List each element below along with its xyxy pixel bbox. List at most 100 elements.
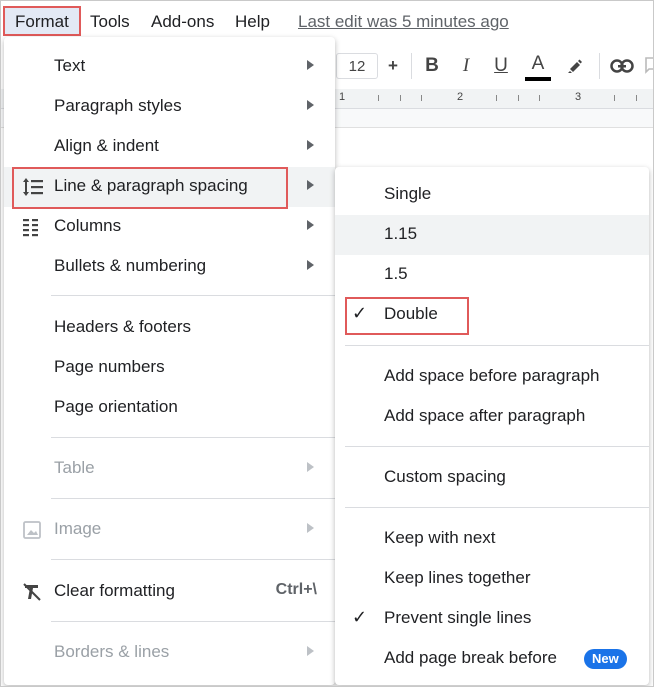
underline-button[interactable]: U (490, 53, 512, 79)
submenu-item-label: Prevent single lines (384, 608, 532, 627)
new-badge: New (584, 649, 627, 669)
ruler-mark: 1 (339, 91, 346, 103)
menu-item-headers-footers[interactable]: Headers & footers (4, 308, 335, 348)
insert-link-button[interactable] (609, 53, 635, 79)
highlight-box (12, 167, 288, 209)
spacing-1-15[interactable]: 1.15 (335, 215, 649, 255)
menu-item-label: Text (54, 56, 86, 75)
ruler-mark: 3 (575, 91, 582, 103)
app-frame: Format Tools Add-ons Help Last edit was … (0, 0, 654, 687)
bold-button[interactable]: B (421, 53, 443, 79)
shortcut-label: Ctrl+\ (275, 581, 317, 598)
menu-item-label: Clear formatting (54, 581, 175, 600)
submenu-arrow-icon (307, 180, 314, 190)
menu-item-table: Table (4, 449, 335, 489)
menu-bar: Format Tools Add-ons Help Last edit was … (1, 1, 653, 41)
menu-item-label: Columns (54, 216, 122, 235)
submenu-arrow-icon (307, 100, 314, 110)
add-page-break-before[interactable]: Add page break before New (335, 639, 649, 679)
spacing-1-5[interactable]: 1.5 (335, 255, 649, 295)
image-icon (23, 521, 41, 539)
submenu-item-label: 1.15 (384, 224, 418, 243)
menu-item-label: Table (54, 458, 95, 477)
menu-item-bullets-numbering[interactable]: Bullets & numbering (4, 247, 335, 287)
italic-button[interactable]: I (455, 53, 477, 79)
highlight-box (345, 297, 469, 335)
last-edit-link[interactable]: Last edit was 5 minutes ago (298, 10, 509, 34)
keep-lines-together[interactable]: Keep lines together (335, 559, 649, 599)
submenu-item-label: Add space before paragraph (384, 366, 600, 385)
submenu-item-label: Single (384, 184, 432, 203)
menu-help[interactable]: Help (235, 10, 270, 34)
menu-item-label: Borders & lines (54, 642, 170, 661)
submenu-divider (345, 446, 649, 447)
menu-item-label: Page numbers (54, 357, 165, 376)
add-space-before-paragraph[interactable]: Add space before paragraph (335, 357, 649, 397)
submenu-arrow-icon (307, 462, 314, 472)
submenu-arrow-icon (307, 140, 314, 150)
menu-divider (51, 295, 335, 296)
clear-formatting-icon (23, 583, 41, 601)
menu-item-clear-formatting[interactable]: Clear formatting Ctrl+\ (4, 572, 335, 612)
ruler-tick (614, 95, 615, 101)
menu-divider (51, 498, 335, 499)
link-icon (610, 59, 634, 73)
ruler-mark: 2 (457, 91, 464, 103)
highlighter-icon (568, 59, 582, 73)
menu-tools[interactable]: Tools (90, 10, 130, 34)
font-size-input[interactable]: 12 (336, 53, 378, 79)
submenu-divider (345, 507, 649, 508)
ruler-tick (539, 95, 540, 101)
menu-divider (51, 621, 335, 622)
columns-icon (23, 219, 38, 237)
prevent-single-lines[interactable]: ✓ Prevent single lines (335, 599, 649, 639)
checkmark-icon: ✓ (352, 607, 368, 627)
add-space-after-paragraph[interactable]: Add space after paragraph (335, 397, 649, 437)
menu-addons[interactable]: Add-ons (151, 10, 214, 34)
menu-item-page-numbers[interactable]: Page numbers (4, 348, 335, 388)
menu-item-page-orientation[interactable]: Page orientation (4, 388, 335, 428)
submenu-arrow-icon (307, 220, 314, 230)
menu-item-label: Headers & footers (54, 317, 192, 336)
submenu-item-label: Add page break before (384, 648, 557, 667)
submenu-arrow-icon (307, 60, 314, 70)
menu-item-paragraph-styles[interactable]: Paragraph styles (4, 87, 335, 127)
spacing-submenu: Single 1.15 1.5 ✓ Double Add space befor… (335, 167, 649, 685)
ruler-tick (636, 95, 637, 101)
custom-spacing[interactable]: Custom spacing (335, 458, 649, 498)
text-color-button[interactable]: A (525, 53, 551, 81)
menu-item-image: Image (4, 510, 335, 550)
highlight-color-button[interactable] (563, 53, 587, 79)
submenu-arrow-icon (307, 523, 314, 533)
spacing-single[interactable]: Single (335, 175, 649, 215)
format-menu: Text Paragraph styles Align & indent Lin… (4, 37, 335, 685)
menu-item-align-indent[interactable]: Align & indent (4, 127, 335, 167)
submenu-item-label: Add space after paragraph (384, 406, 586, 425)
ruler-tick (378, 95, 379, 101)
submenu-item-label: Custom spacing (384, 467, 506, 486)
ruler-tick (518, 95, 519, 101)
menu-item-borders-lines: Borders & lines (4, 633, 335, 673)
menu-format[interactable]: Format (3, 6, 81, 36)
ruler-tick (496, 95, 497, 101)
font-size-increase-button[interactable]: + (383, 53, 403, 79)
submenu-item-label: Keep with next (384, 528, 496, 547)
menu-item-label: Image (54, 519, 102, 538)
menu-item-label: Paragraph styles (54, 96, 182, 115)
submenu-arrow-icon (307, 260, 314, 270)
menu-item-label: Bullets & numbering (54, 256, 207, 275)
menu-item-label: Page orientation (54, 397, 178, 416)
submenu-item-label: Keep lines together (384, 568, 531, 587)
keep-with-next[interactable]: Keep with next (335, 519, 649, 559)
comment-button[interactable] (645, 53, 653, 79)
menu-divider (51, 437, 335, 438)
menu-item-label: Align & indent (54, 136, 159, 155)
toolbar-divider (411, 53, 412, 79)
comment-icon (645, 57, 653, 74)
submenu-divider (345, 345, 649, 346)
ruler-tick (421, 95, 422, 101)
submenu-arrow-icon (307, 646, 314, 656)
submenu-item-label: 1.5 (384, 264, 408, 283)
menu-item-columns[interactable]: Columns (4, 207, 335, 247)
menu-item-text[interactable]: Text (4, 47, 335, 87)
